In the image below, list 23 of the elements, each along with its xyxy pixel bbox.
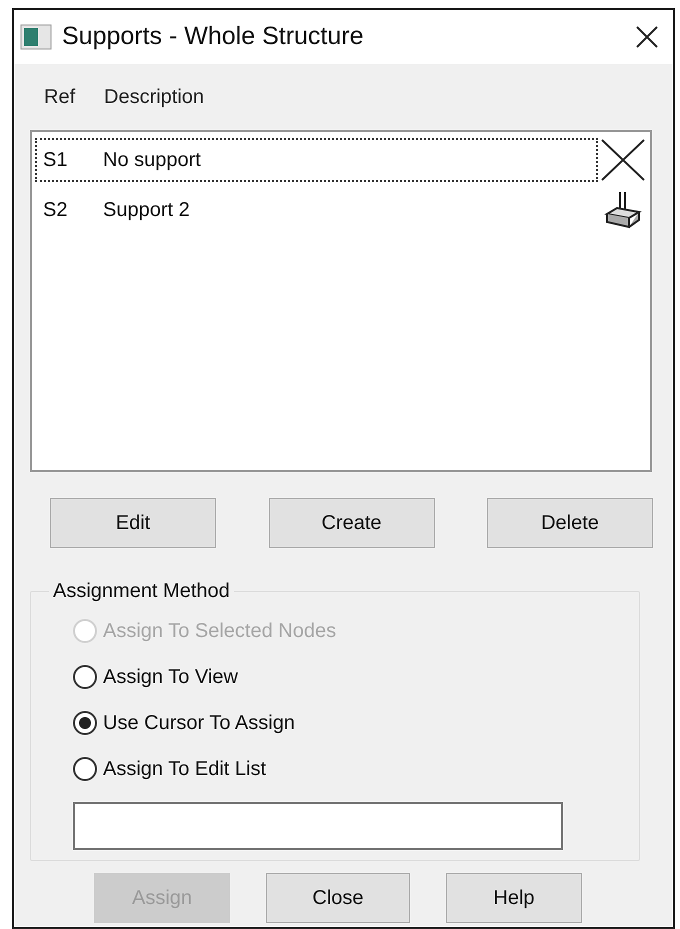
- dialog-button[interactable]: Create: [268, 498, 434, 548]
- edit-list-field[interactable]: [73, 802, 563, 850]
- radio-button[interactable]: [73, 665, 97, 689]
- app-icon: [20, 24, 52, 50]
- dialog-button[interactable]: Delete: [487, 498, 653, 548]
- window-title: Supports - Whole Structure: [62, 21, 364, 52]
- column-header: Ref: [44, 85, 76, 110]
- radio-label: Use Cursor To Assign: [103, 711, 295, 736]
- dialog-button[interactable]: Edit: [50, 498, 216, 548]
- radio-button[interactable]: [73, 757, 97, 781]
- fixed-support-icon: [603, 190, 643, 230]
- radio-label: Assign To Selected Nodes: [103, 619, 336, 644]
- cross-icon: [600, 138, 646, 182]
- close-icon[interactable]: [635, 25, 659, 49]
- radio-button[interactable]: [73, 711, 97, 735]
- radio-label: Assign To View: [103, 665, 238, 690]
- list-row[interactable]: S2 Support 2: [35, 188, 598, 232]
- radio-label: Assign To Edit List: [103, 757, 266, 782]
- list-row[interactable]: S1 No support: [35, 138, 598, 182]
- dialog-button[interactable]: Close: [266, 873, 410, 923]
- group-title: Assignment Method: [52, 579, 231, 604]
- column-header: Description: [104, 85, 204, 110]
- dialog-button[interactable]: Help: [446, 873, 582, 923]
